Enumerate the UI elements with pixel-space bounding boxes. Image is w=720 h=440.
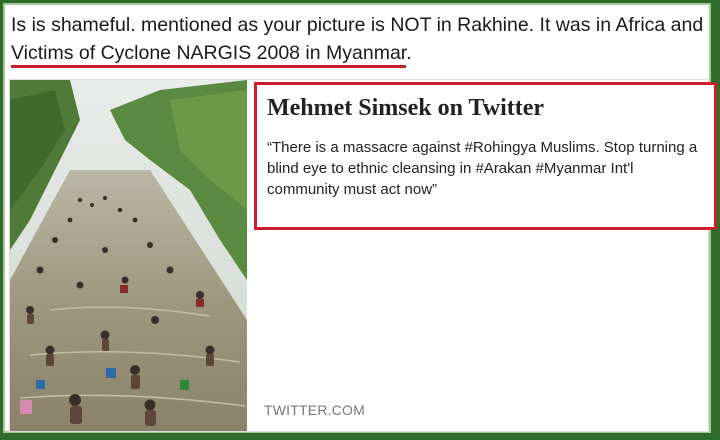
commentary-prefix: Is is shameful. mentioned as your pictur… — [11, 14, 704, 36]
flood-photo — [10, 80, 247, 431]
tweet-quote: “There is a massacre against #Rohingya M… — [267, 139, 698, 198]
link-preview-card[interactable]: Mehmet Simsek on Twitter “There is a mas… — [9, 79, 717, 432]
highlighted-tweet-box: Mehmet Simsek on Twitter “There is a mas… — [254, 82, 717, 230]
underlined-caption: Victims of Cyclone NARGIS 2008 in Myanma… — [11, 42, 407, 68]
commentary-suffix: . — [406, 42, 412, 64]
flood-photo-image — [10, 80, 247, 431]
source-domain: TWITTER.COM — [264, 402, 365, 418]
screenshot-frame: Is is shameful. mentioned as your pictur… — [3, 3, 717, 433]
card-title[interactable]: Mehmet Simsek on Twitter — [267, 95, 544, 122]
commentary-text: Is is shameful. mentioned as your pictur… — [11, 11, 711, 68]
